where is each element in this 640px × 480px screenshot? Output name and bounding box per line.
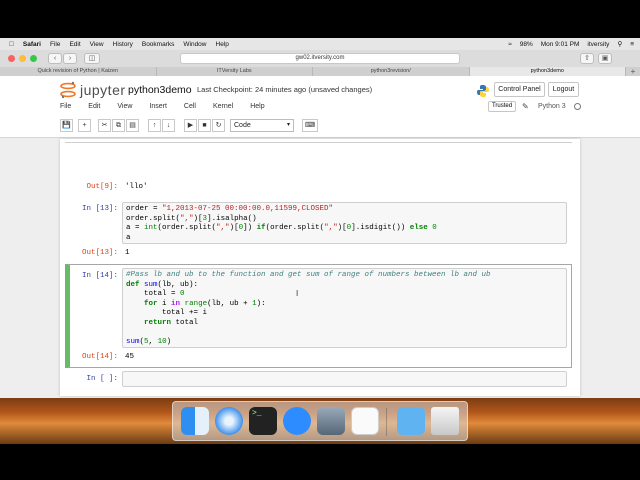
jupyter-logo[interactable]: jupyter	[60, 80, 126, 100]
insert-cell-icon[interactable]: +	[78, 119, 91, 132]
menu-history[interactable]: History	[113, 41, 133, 48]
jmenu-help[interactable]: Help	[250, 103, 264, 110]
user-name[interactable]: itversity	[587, 41, 609, 48]
browser-toolbar: ‹ › ◫ gw02.itversity.com ⇧ ▣	[0, 50, 640, 67]
textedit-icon[interactable]	[351, 407, 379, 435]
out-9-prompt: Out[9]:	[86, 183, 118, 191]
zoom-icon[interactable]	[283, 407, 311, 435]
restart-icon[interactable]: ↻	[212, 119, 225, 132]
safari-icon[interactable]	[215, 407, 243, 435]
in-13-prompt: In [13]:	[81, 205, 118, 213]
copy-icon[interactable]: ⧉	[112, 119, 125, 132]
edit-mode-icon: ✎	[522, 102, 529, 111]
logout-button[interactable]: Logout	[548, 82, 579, 97]
app-menu[interactable]: Safari	[23, 41, 41, 48]
search-icon[interactable]: ⚲	[617, 40, 622, 48]
jupyter-logo-icon	[60, 81, 76, 99]
out-13-text: 1	[125, 249, 130, 257]
new-tab-button[interactable]: +	[626, 67, 640, 76]
tab-python3demo[interactable]: python3demo	[469, 67, 626, 76]
chevron-down-icon: ▾	[286, 122, 290, 128]
menu-bookmarks[interactable]: Bookmarks	[142, 41, 175, 48]
cell-13-input[interactable]: order = "1,2013-07-25 00:00:00.0,11599,C…	[122, 202, 567, 244]
text-cursor-icon: I	[296, 289, 299, 298]
cell-14-input[interactable]: #Pass lb and ub to the function and get …	[122, 268, 567, 348]
move-up-icon[interactable]: ↑	[148, 119, 161, 132]
tab-python3revision[interactable]: python3revision/	[313, 67, 470, 76]
battery-level[interactable]: 98%	[520, 41, 533, 48]
jmenu-edit[interactable]: Edit	[88, 103, 100, 110]
cell-type-select[interactable]: Code ▾	[230, 119, 294, 132]
keyboard-icon[interactable]: ⌨	[302, 119, 318, 132]
wifi-icon[interactable]: ≈	[508, 41, 512, 48]
jupyter-menu: File Edit View Insert Cell Kernel Help	[60, 103, 282, 110]
trusted-badge[interactable]: Trusted	[488, 101, 516, 112]
preview-icon[interactable]	[317, 407, 345, 435]
cell-type-value: Code	[234, 122, 251, 129]
empty-cell-input[interactable]	[122, 371, 567, 387]
run-icon[interactable]: ▶	[184, 119, 197, 132]
status-area: ≈ 98% Mon 9:01 PM itversity ⚲ ≡	[508, 38, 634, 50]
dock-divider	[386, 408, 387, 436]
paste-icon[interactable]: ▤	[126, 119, 139, 132]
mac-menubar:  Safari File Edit View History Bookmark…	[0, 38, 640, 50]
apple-icon[interactable]: 	[9, 41, 14, 48]
kernel-status-indicator	[574, 103, 581, 110]
trash-icon[interactable]	[431, 407, 459, 435]
jmenu-view[interactable]: View	[117, 103, 132, 110]
menu-view[interactable]: View	[90, 41, 104, 48]
dock: >_	[172, 401, 468, 441]
menu-file[interactable]: File	[50, 41, 60, 48]
in-14-prompt: In [14]:	[81, 272, 118, 280]
jupyter-logo-text: jupyter	[80, 82, 126, 98]
tabs-overview-icon[interactable]: ▣	[598, 53, 612, 64]
move-down-icon[interactable]: ↓	[162, 119, 175, 132]
out-9-text: 'llo'	[125, 183, 148, 191]
address-bar[interactable]: gw02.itversity.com	[180, 53, 460, 64]
jmenu-cell[interactable]: Cell	[184, 103, 196, 110]
out-13-prompt: Out[13]:	[81, 249, 118, 257]
zoom-window-button[interactable]	[30, 55, 37, 62]
stop-icon[interactable]: ■	[198, 119, 211, 132]
close-window-button[interactable]	[8, 55, 15, 62]
menu-window[interactable]: Window	[183, 41, 206, 48]
jmenu-insert[interactable]: Insert	[149, 103, 167, 110]
jmenu-kernel[interactable]: Kernel	[213, 103, 233, 110]
previous-cell-edge	[65, 139, 572, 143]
tab-strip: Quick revision of Python | Kaizen ITVers…	[0, 67, 640, 76]
jmenu-file[interactable]: File	[60, 103, 71, 110]
sidebar-icon[interactable]: ◫	[84, 53, 100, 64]
menu-help[interactable]: Help	[216, 41, 229, 48]
list-icon[interactable]: ≡	[630, 41, 634, 48]
menu-edit[interactable]: Edit	[69, 41, 80, 48]
tab-kaizen[interactable]: Quick revision of Python | Kaizen	[0, 67, 157, 76]
folder-icon[interactable]	[397, 407, 425, 435]
finder-icon[interactable]	[181, 407, 209, 435]
checkpoint-status: Last Checkpoint: 24 minutes ago (unsaved…	[197, 85, 373, 94]
forward-button[interactable]: ›	[63, 53, 77, 64]
terminal-icon[interactable]: >_	[249, 407, 277, 435]
python-logo-icon	[477, 85, 489, 97]
kernel-name[interactable]: Python 3	[538, 103, 566, 110]
tab-itversity-labs[interactable]: ITVersity Labs	[157, 67, 313, 76]
minimize-window-button[interactable]	[19, 55, 26, 62]
control-panel-button[interactable]: Control Panel	[494, 82, 545, 97]
notebook-name[interactable]: python3demo	[128, 84, 192, 96]
screen:  Safari File Edit View History Bookmark…	[0, 38, 640, 444]
back-button[interactable]: ‹	[48, 53, 62, 64]
out-14-prompt: Out[14]:	[81, 353, 118, 361]
share-icon[interactable]: ⇧	[580, 53, 594, 64]
clock[interactable]: Mon 9:01 PM	[541, 41, 580, 48]
notebook-page: Out[9]: 'llo' In [13]: order = "1,2013-0…	[60, 139, 580, 396]
cut-icon[interactable]: ✂	[98, 119, 111, 132]
in-empty-prompt: In [ ]:	[86, 375, 118, 383]
out-14-text: 45	[125, 353, 135, 361]
save-icon[interactable]: 💾	[60, 119, 73, 132]
